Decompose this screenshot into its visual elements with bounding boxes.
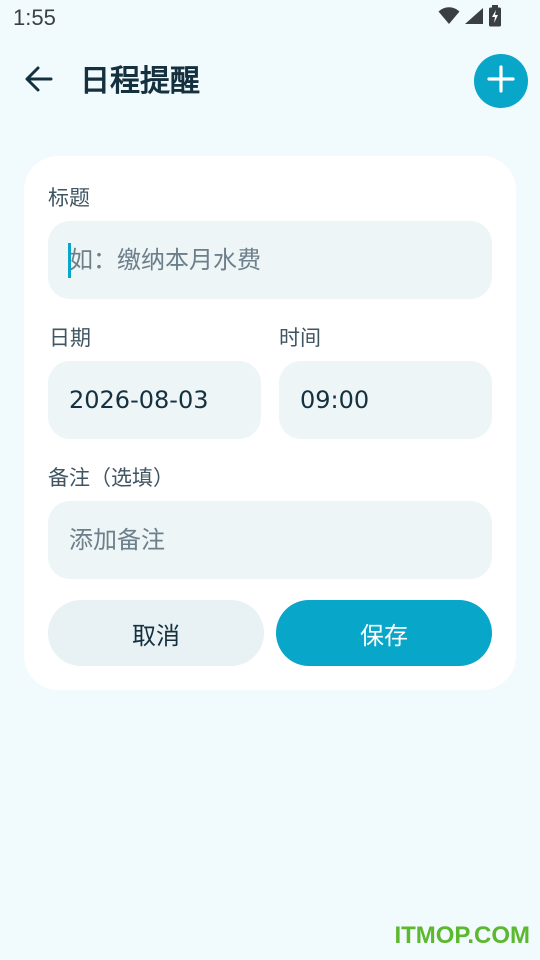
schedule-form-card: 标题 如：缴纳本月水费 日期 2026-08-03 时间 09:00 备注（选填…: [24, 156, 516, 690]
arrow-left-icon: [24, 64, 54, 98]
back-button[interactable]: [20, 62, 58, 100]
signal-icon: [464, 7, 484, 29]
title-label: 标题: [48, 186, 90, 210]
date-field[interactable]: 2026-08-03: [48, 361, 261, 439]
date-label: 日期: [49, 326, 91, 350]
cancel-button-label: 取消: [132, 621, 180, 650]
status-icons: [438, 5, 502, 31]
time-field[interactable]: 09:00: [279, 361, 492, 439]
battery-icon: [488, 5, 502, 31]
note-input-placeholder: 添加备注: [69, 526, 165, 554]
note-input[interactable]: 添加备注: [48, 501, 492, 579]
note-label: 备注（选填）: [48, 466, 174, 490]
page-title: 日程提醒: [80, 64, 200, 99]
add-button[interactable]: [474, 54, 528, 108]
status-bar: 1:55: [0, 0, 540, 38]
wifi-icon: [438, 7, 460, 29]
cancel-button[interactable]: 取消: [48, 600, 264, 666]
watermark-logo: ITMOP.COM: [394, 922, 530, 949]
save-button[interactable]: 保存: [276, 600, 492, 666]
save-button-label: 保存: [360, 621, 408, 650]
text-caret: [68, 243, 71, 278]
title-input-placeholder: 如：缴纳本月水费: [69, 246, 261, 274]
date-value: 2026-08-03: [69, 386, 209, 414]
app-bar: 日程提醒: [0, 50, 540, 114]
status-time: 1:55: [13, 5, 56, 30]
time-value: 09:00: [300, 386, 370, 414]
plus-icon: [486, 64, 516, 98]
time-label: 时间: [279, 326, 321, 350]
title-input[interactable]: 如：缴纳本月水费: [48, 221, 492, 299]
